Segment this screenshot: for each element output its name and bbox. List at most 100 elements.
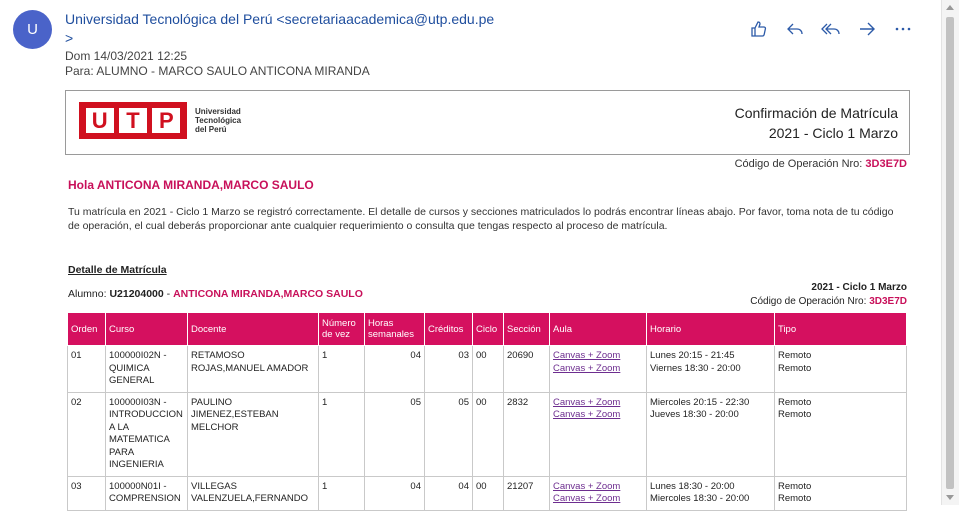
header-docente: Docente xyxy=(187,312,319,346)
logo-text-line-1: Universidad xyxy=(195,107,241,116)
tipo-line: Remoto xyxy=(778,350,812,361)
header-orden: Orden xyxy=(67,312,106,346)
horario-line: Jueves 18:30 - 20:00 xyxy=(650,409,739,420)
cell-curso: 100000I02N - QUIMICA GENERAL xyxy=(105,345,188,393)
header-ciclo: Ciclo xyxy=(472,312,504,346)
confirmation-title-line-2: 2021 - Ciclo 1 Marzo xyxy=(768,125,898,141)
enrollment-message: Tu matrícula en 2021 - Ciclo 1 Marzo se … xyxy=(68,206,894,232)
cell-horas: 05 xyxy=(364,391,425,477)
utp-logo: U T P Universidad Tecnológica del Perú xyxy=(79,102,255,139)
tipo-line: Remoto xyxy=(778,409,812,420)
header-seccion: Sección xyxy=(503,312,550,346)
forward-icon[interactable] xyxy=(849,18,885,40)
sender-avatar[interactable]: U xyxy=(13,10,52,49)
cell-ciclo: 00 xyxy=(472,391,504,477)
more-icon[interactable] xyxy=(885,18,921,40)
confirmation-header: U T P Universidad Tecnológica del Perú C… xyxy=(65,90,910,155)
operation-code-value-2: 3D3E7D xyxy=(869,296,907,307)
aula-link[interactable]: Canvas + Zoom xyxy=(553,409,643,422)
aula-link[interactable]: Canvas + Zoom xyxy=(553,493,643,506)
operation-code-value: 3D3E7D xyxy=(865,158,907,170)
header-horario: Horario xyxy=(646,312,775,346)
student-label: Alumno: xyxy=(68,288,110,300)
student-code: U21204000 xyxy=(109,288,164,300)
student-line: Alumno: U21204000 - ANTICONA MIRANDA,MAR… xyxy=(68,288,363,300)
aula-link[interactable]: Canvas + Zoom xyxy=(553,397,643,410)
operation-code-line-2: Código de Operación Nro: 3D3E7D xyxy=(750,295,907,309)
cell-tipo: Remoto Remoto xyxy=(774,345,907,393)
table-row: 02 100000I03N - INTRODUCCION A LA MATEMA… xyxy=(67,391,907,477)
reply-icon[interactable] xyxy=(777,18,813,40)
scrollbar-thumb[interactable] xyxy=(946,17,954,489)
student-separator: - xyxy=(163,288,174,300)
cell-orden: 01 xyxy=(67,345,106,393)
email-actions xyxy=(741,18,921,40)
email-recipient: Para: ALUMNO - MARCO SAULO ANTICONA MIRA… xyxy=(65,64,370,78)
aula-link[interactable]: Canvas + Zoom xyxy=(553,481,643,494)
reply-all-icon[interactable] xyxy=(813,18,849,40)
table-header-row: Orden Curso Docente Número de vez Horas … xyxy=(67,312,907,346)
cell-docente: PAULINO JIMENEZ,ESTEBAN MELCHOR xyxy=(187,391,319,477)
avatar-letter: U xyxy=(27,21,38,38)
greeting: Hola ANTICONA MIRANDA,MARCO SAULO xyxy=(68,178,314,192)
horario-line: Lunes 18:30 - 20:00 xyxy=(650,480,735,492)
vertical-scrollbar[interactable] xyxy=(941,0,959,505)
tipo-line: Remoto xyxy=(778,362,812,374)
cell-ciclo: 00 xyxy=(472,345,504,393)
aula-link[interactable]: Canvas + Zoom xyxy=(553,363,643,376)
horario-line: Viernes 18:30 - 20:00 xyxy=(650,362,741,374)
cycle-info: 2021 - Ciclo 1 Marzo Código de Operación… xyxy=(750,281,907,309)
tipo-line: Remoto xyxy=(778,396,812,408)
confirmation-title: Confirmación de Matrícula 2021 - Ciclo 1… xyxy=(735,103,898,143)
cell-creditos: 05 xyxy=(424,391,473,477)
cycle-label: 2021 - Ciclo 1 Marzo xyxy=(811,282,907,293)
header-tipo: Tipo xyxy=(774,312,907,346)
cell-curso: 100000I03N - INTRODUCCION A LA MATEMATIC… xyxy=(105,391,188,477)
logo-text-line-3: del Perú xyxy=(195,125,227,134)
header-numero-vez: Número de vez xyxy=(318,312,365,346)
sender-address[interactable]: Universidad Tecnológica del Perú <secret… xyxy=(65,10,505,48)
logo-letter-t: T xyxy=(118,108,147,133)
operation-code-label-2: Código de Operación Nro: xyxy=(750,296,870,307)
cell-orden: 02 xyxy=(67,391,106,477)
operation-code-line: Código de Operación Nro: 3D3E7D xyxy=(735,158,907,170)
logo-letter-u: U xyxy=(85,108,114,133)
horario-line: Lunes 20:15 - 21:45 xyxy=(650,350,735,361)
confirmation-title-line-1: Confirmación de Matrícula xyxy=(734,105,898,121)
cell-aula: Canvas + Zoom Canvas + Zoom xyxy=(549,391,647,477)
tipo-line: Remoto xyxy=(778,493,812,504)
header-aula: Aula xyxy=(549,312,647,346)
cell-horario: Miercoles 20:15 - 22:30 Jueves 18:30 - 20… xyxy=(646,391,775,477)
like-icon[interactable] xyxy=(741,18,777,40)
student-name: ANTICONA MIRANDA,MARCO SAULO xyxy=(173,288,363,300)
cell-horario: Lunes 20:15 - 21:45 Viernes 18:30 - 20:00 xyxy=(646,345,775,393)
email-date: Dom 14/03/2021 12:25 xyxy=(65,49,188,63)
courses-table: Orden Curso Docente Número de vez Horas … xyxy=(67,312,907,511)
cell-seccion: 2832 xyxy=(503,391,550,477)
cell-aula: Canvas + Zoom Canvas + Zoom xyxy=(549,345,647,393)
cell-tipo: Remoto Remoto xyxy=(774,391,907,477)
detail-title: Detalle de Matrícula xyxy=(68,264,167,276)
utp-logo-text: Universidad Tecnológica del Perú xyxy=(195,107,255,134)
email-meta: Dom 14/03/2021 12:25 Para: ALUMNO - MARC… xyxy=(65,49,370,79)
tipo-line: Remoto xyxy=(778,480,812,492)
horario-line: Miercoles 18:30 - 20:00 xyxy=(650,493,750,504)
cell-docente: RETAMOSO ROJAS,MANUEL AMADOR xyxy=(187,345,319,393)
utp-logo-mark: U T P xyxy=(79,102,187,139)
header-horas: Horas semanales xyxy=(364,312,425,346)
sender-line-2: > xyxy=(65,30,74,46)
cell-vez: 1 xyxy=(318,391,365,477)
table-row: 01 100000I02N - QUIMICA GENERAL RETAMOSO… xyxy=(67,345,907,393)
scroll-up-arrow-icon[interactable] xyxy=(946,5,954,10)
header-creditos: Créditos xyxy=(424,312,473,346)
aula-link[interactable]: Canvas + Zoom xyxy=(553,350,643,363)
cell-creditos: 03 xyxy=(424,345,473,393)
horario-line: Miercoles 20:15 - 22:30 xyxy=(650,396,750,408)
header-curso: Curso xyxy=(105,312,188,346)
cell-vez: 1 xyxy=(318,345,365,393)
cell-seccion: 20690 xyxy=(503,345,550,393)
logo-letter-p: P xyxy=(152,108,181,133)
scroll-down-arrow-icon[interactable] xyxy=(946,495,954,500)
logo-text-line-2: Tecnológica xyxy=(195,116,242,125)
sender-line-1: Universidad Tecnológica del Perú <secret… xyxy=(65,11,495,27)
